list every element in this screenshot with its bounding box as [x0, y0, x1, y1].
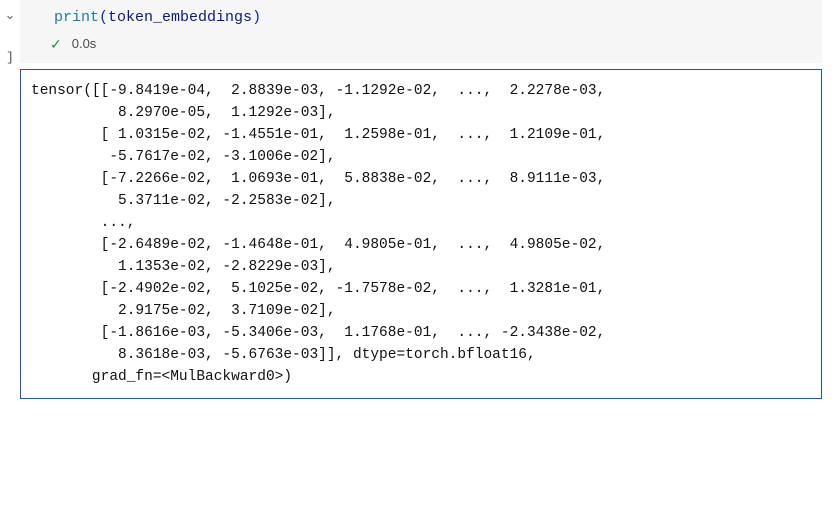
- check-icon: ✓: [50, 37, 62, 51]
- collapse-chevron-icon[interactable]: ⌄: [5, 7, 16, 23]
- cell-output[interactable]: tensor([[-9.8419e-04, 2.8839e-03, -1.129…: [20, 69, 822, 399]
- token-open-paren: (: [99, 9, 108, 26]
- token-builtin: print: [54, 9, 99, 26]
- token-close-paren: ): [252, 9, 261, 26]
- code-cell[interactable]: print(token_embeddings) ✓ 0.0s: [20, 0, 822, 63]
- execution-status: ✓ 0.0s: [20, 30, 822, 59]
- cell-execution-order: ]: [6, 50, 14, 65]
- token-variable: token_embeddings: [108, 9, 252, 26]
- code-line[interactable]: print(token_embeddings): [20, 2, 822, 30]
- execution-time: 0.0s: [72, 36, 97, 51]
- cell-gutter: ⌄ ]: [0, 0, 20, 65]
- notebook-cell: ⌄ ] print(token_embeddings) ✓ 0.0s tenso…: [0, 0, 840, 399]
